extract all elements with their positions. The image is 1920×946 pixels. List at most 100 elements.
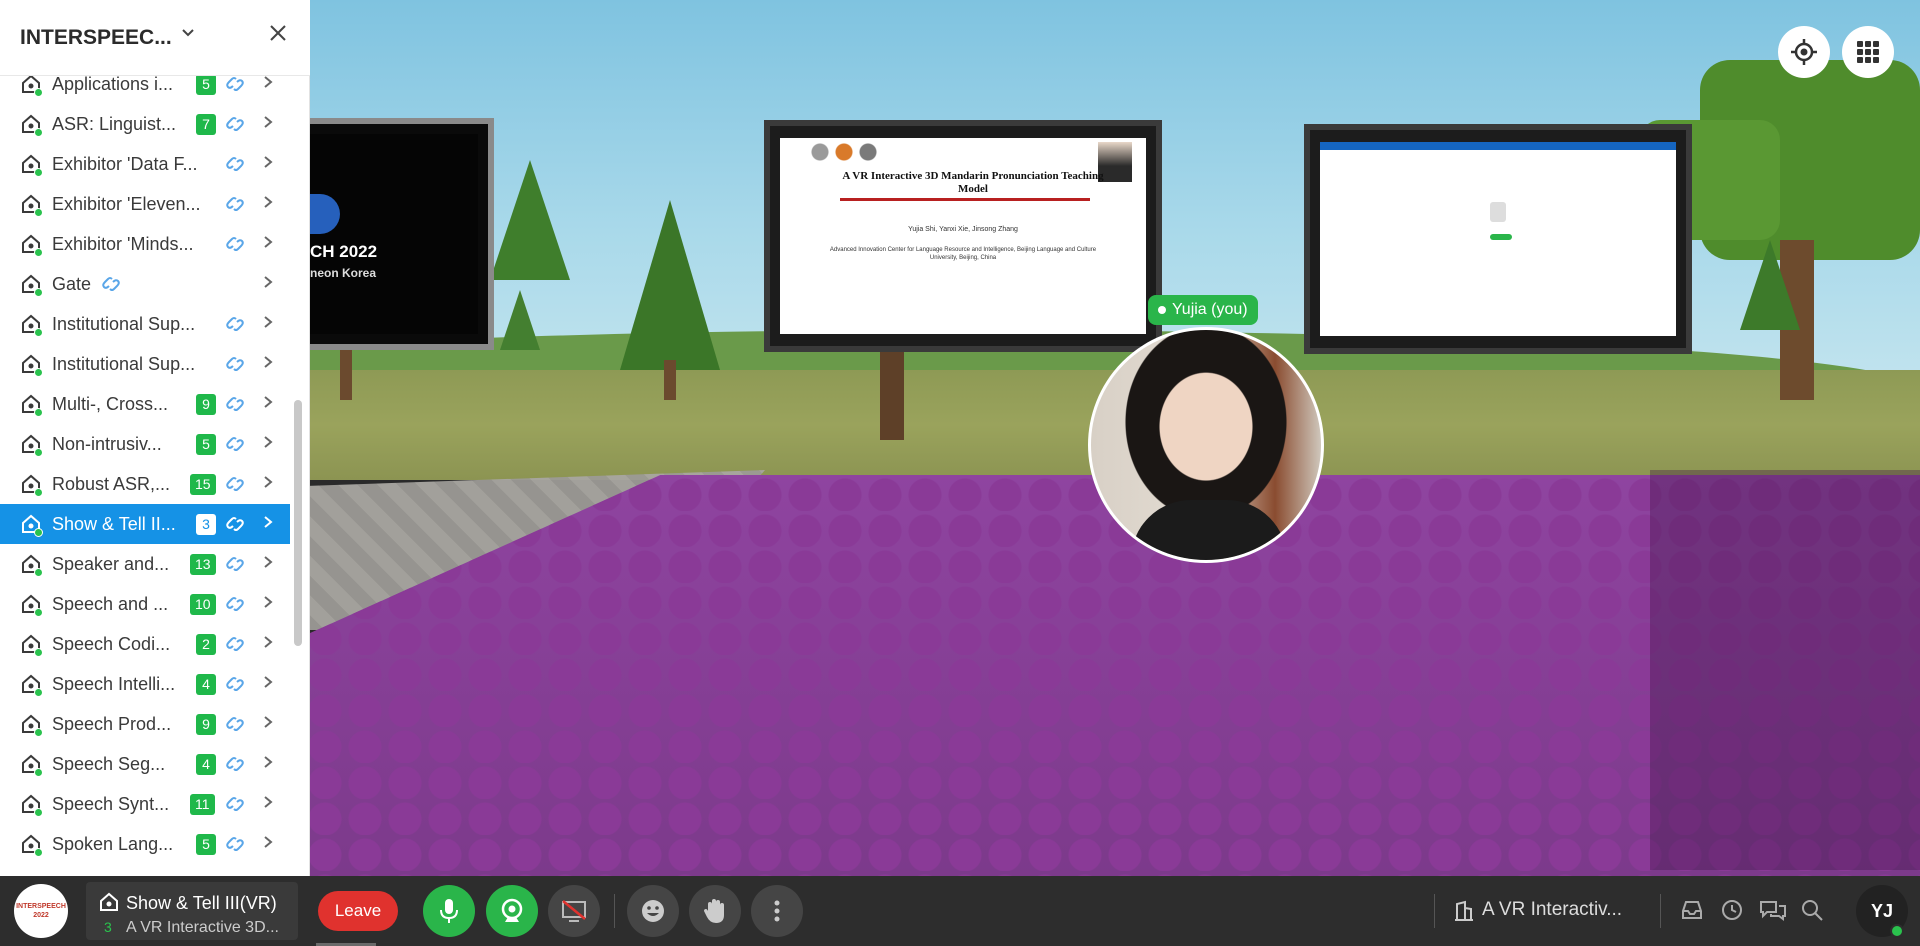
room-label: Exhibitor 'Minds... [52, 234, 194, 254]
chevron-right-icon[interactable] [262, 592, 274, 618]
user-video-avatar[interactable] [1088, 327, 1324, 563]
chevron-right-icon[interactable] [262, 112, 274, 138]
sidebar-room-item[interactable]: Speech Codi... 2 [0, 624, 290, 664]
chevron-right-icon[interactable] [262, 432, 274, 458]
participant-count-badge: 9 [196, 394, 216, 415]
sidebar-room-item[interactable]: Speech Synt... 11 [0, 784, 290, 824]
leave-button[interactable]: Leave [318, 891, 398, 931]
sidebar-room-item[interactable]: Speech Prod... 9 [0, 704, 290, 744]
chevron-right-icon[interactable] [262, 312, 274, 338]
presentation-screen[interactable]: A VR Interactive 3D Mandarin Pronunciati… [764, 120, 1162, 352]
sidebar-room-item[interactable]: Institutional Sup... [0, 304, 290, 344]
sidebar-room-item[interactable]: Institutional Sup... [0, 344, 290, 384]
room-label: Speech Synt... [52, 794, 170, 814]
link-icon[interactable] [224, 634, 246, 654]
sidebar-room-item[interactable]: Spoken Lang... 5 [0, 824, 290, 864]
participant-count-badge: 2 [196, 634, 216, 655]
room-label: Robust ASR,... [52, 474, 171, 494]
link-icon[interactable] [224, 754, 246, 774]
left-screen-title: CH 2022 [310, 242, 378, 261]
shared-screen-right[interactable] [1304, 124, 1692, 354]
link-icon[interactable] [224, 114, 246, 134]
chevron-right-icon[interactable] [262, 192, 274, 218]
sidebar-room-item[interactable]: Exhibitor 'Eleven... [0, 184, 290, 224]
conference-logo[interactable]: INTERSPEECH 2022 [14, 884, 68, 938]
link-icon[interactable] [224, 834, 246, 854]
link-icon[interactable] [224, 234, 246, 254]
chat-button[interactable] [1758, 898, 1788, 924]
pine-tree [1740, 240, 1800, 330]
current-room-panel[interactable]: Show & Tell III(VR) 3 A VR Interactive 3… [86, 882, 298, 940]
link-icon[interactable] [224, 314, 246, 334]
slide-authors: Yujia Shi, Yanxi Xie, Jinsong Zhang [908, 226, 1018, 233]
link-icon[interactable] [224, 554, 246, 574]
room-label: Applications i... [52, 74, 174, 94]
sidebar-room-item[interactable]: Exhibitor 'Data F... [0, 144, 290, 184]
link-icon[interactable] [224, 594, 246, 614]
close-icon[interactable] [264, 20, 292, 48]
avatar-name-label: Yujia (you) [1148, 295, 1258, 325]
search-button[interactable] [1800, 898, 1826, 924]
chevron-right-icon[interactable] [262, 632, 274, 658]
sidebar-room-item[interactable]: Show & Tell II... 3 [0, 504, 290, 544]
chevron-right-icon[interactable] [262, 392, 274, 418]
chevron-right-icon[interactable] [262, 512, 274, 538]
sidebar-scrollbar[interactable] [294, 400, 302, 646]
apps-grid-button[interactable] [1842, 26, 1894, 78]
inbox-button[interactable] [1680, 898, 1706, 924]
online-dot [34, 248, 43, 257]
chevron-right-icon[interactable] [262, 552, 274, 578]
screen-share-button[interactable] [548, 885, 600, 937]
link-icon[interactable] [224, 474, 246, 494]
raise-hand-button[interactable] [689, 885, 741, 937]
chevron-right-icon[interactable] [262, 832, 274, 858]
sidebar-room-item[interactable]: Speech Seg... 4 [0, 744, 290, 784]
slide-logos [810, 142, 890, 162]
chevron-right-icon[interactable] [262, 752, 274, 778]
sidebar-room-item[interactable]: Gate [0, 264, 290, 304]
camera-button[interactable] [486, 885, 538, 937]
pine-tree [490, 160, 570, 280]
chevron-right-icon[interactable] [262, 232, 274, 258]
link-icon[interactable] [224, 514, 246, 534]
chevron-right-icon[interactable] [262, 152, 274, 178]
link-icon[interactable] [224, 674, 246, 694]
chevron-right-icon[interactable] [262, 712, 274, 738]
sidebar-room-item[interactable]: Speech Intelli... 4 [0, 664, 290, 704]
online-dot [34, 208, 43, 217]
chevron-down-icon[interactable] [180, 24, 196, 45]
sidebar-room-item[interactable]: Speaker and... 13 [0, 544, 290, 584]
chevron-right-icon[interactable] [262, 672, 274, 698]
locate-button[interactable] [1778, 26, 1830, 78]
more-options-button[interactable] [751, 885, 803, 937]
link-icon[interactable] [100, 274, 122, 294]
chevron-right-icon[interactable] [262, 472, 274, 498]
schedule-button[interactable] [1720, 898, 1746, 924]
link-icon[interactable] [224, 354, 246, 374]
sidebar-room-item[interactable]: Speech and ... 10 [0, 584, 290, 624]
inbox-icon [1682, 901, 1702, 919]
shared-screen-content [1320, 142, 1676, 336]
link-icon[interactable] [224, 394, 246, 414]
pine-tree [620, 200, 720, 370]
left-display-screen[interactable]: CH 2022 neon Korea [300, 118, 494, 350]
link-icon[interactable] [224, 74, 246, 94]
link-icon[interactable] [224, 194, 246, 214]
chevron-right-icon[interactable] [262, 272, 274, 298]
link-icon[interactable] [224, 794, 246, 814]
microphone-button[interactable] [423, 885, 475, 937]
link-icon[interactable] [224, 154, 246, 174]
online-dot [34, 488, 43, 497]
sidebar-room-item[interactable]: ASR: Linguist... 7 [0, 104, 290, 144]
chevron-right-icon[interactable] [262, 792, 274, 818]
sidebar-title[interactable]: INTERSPEEC... [20, 26, 172, 50]
shared-content-link[interactable]: A VR Interactiv... [1448, 890, 1648, 932]
sidebar-room-item[interactable]: Multi-, Cross... 9 [0, 384, 290, 424]
sidebar-room-item[interactable]: Exhibitor 'Minds... [0, 224, 290, 264]
chevron-right-icon[interactable] [262, 352, 274, 378]
link-icon[interactable] [224, 714, 246, 734]
link-icon[interactable] [224, 434, 246, 454]
reactions-button[interactable] [627, 885, 679, 937]
sidebar-room-item[interactable]: Robust ASR,... 15 [0, 464, 290, 504]
sidebar-room-item[interactable]: Non-intrusiv... 5 [0, 424, 290, 464]
